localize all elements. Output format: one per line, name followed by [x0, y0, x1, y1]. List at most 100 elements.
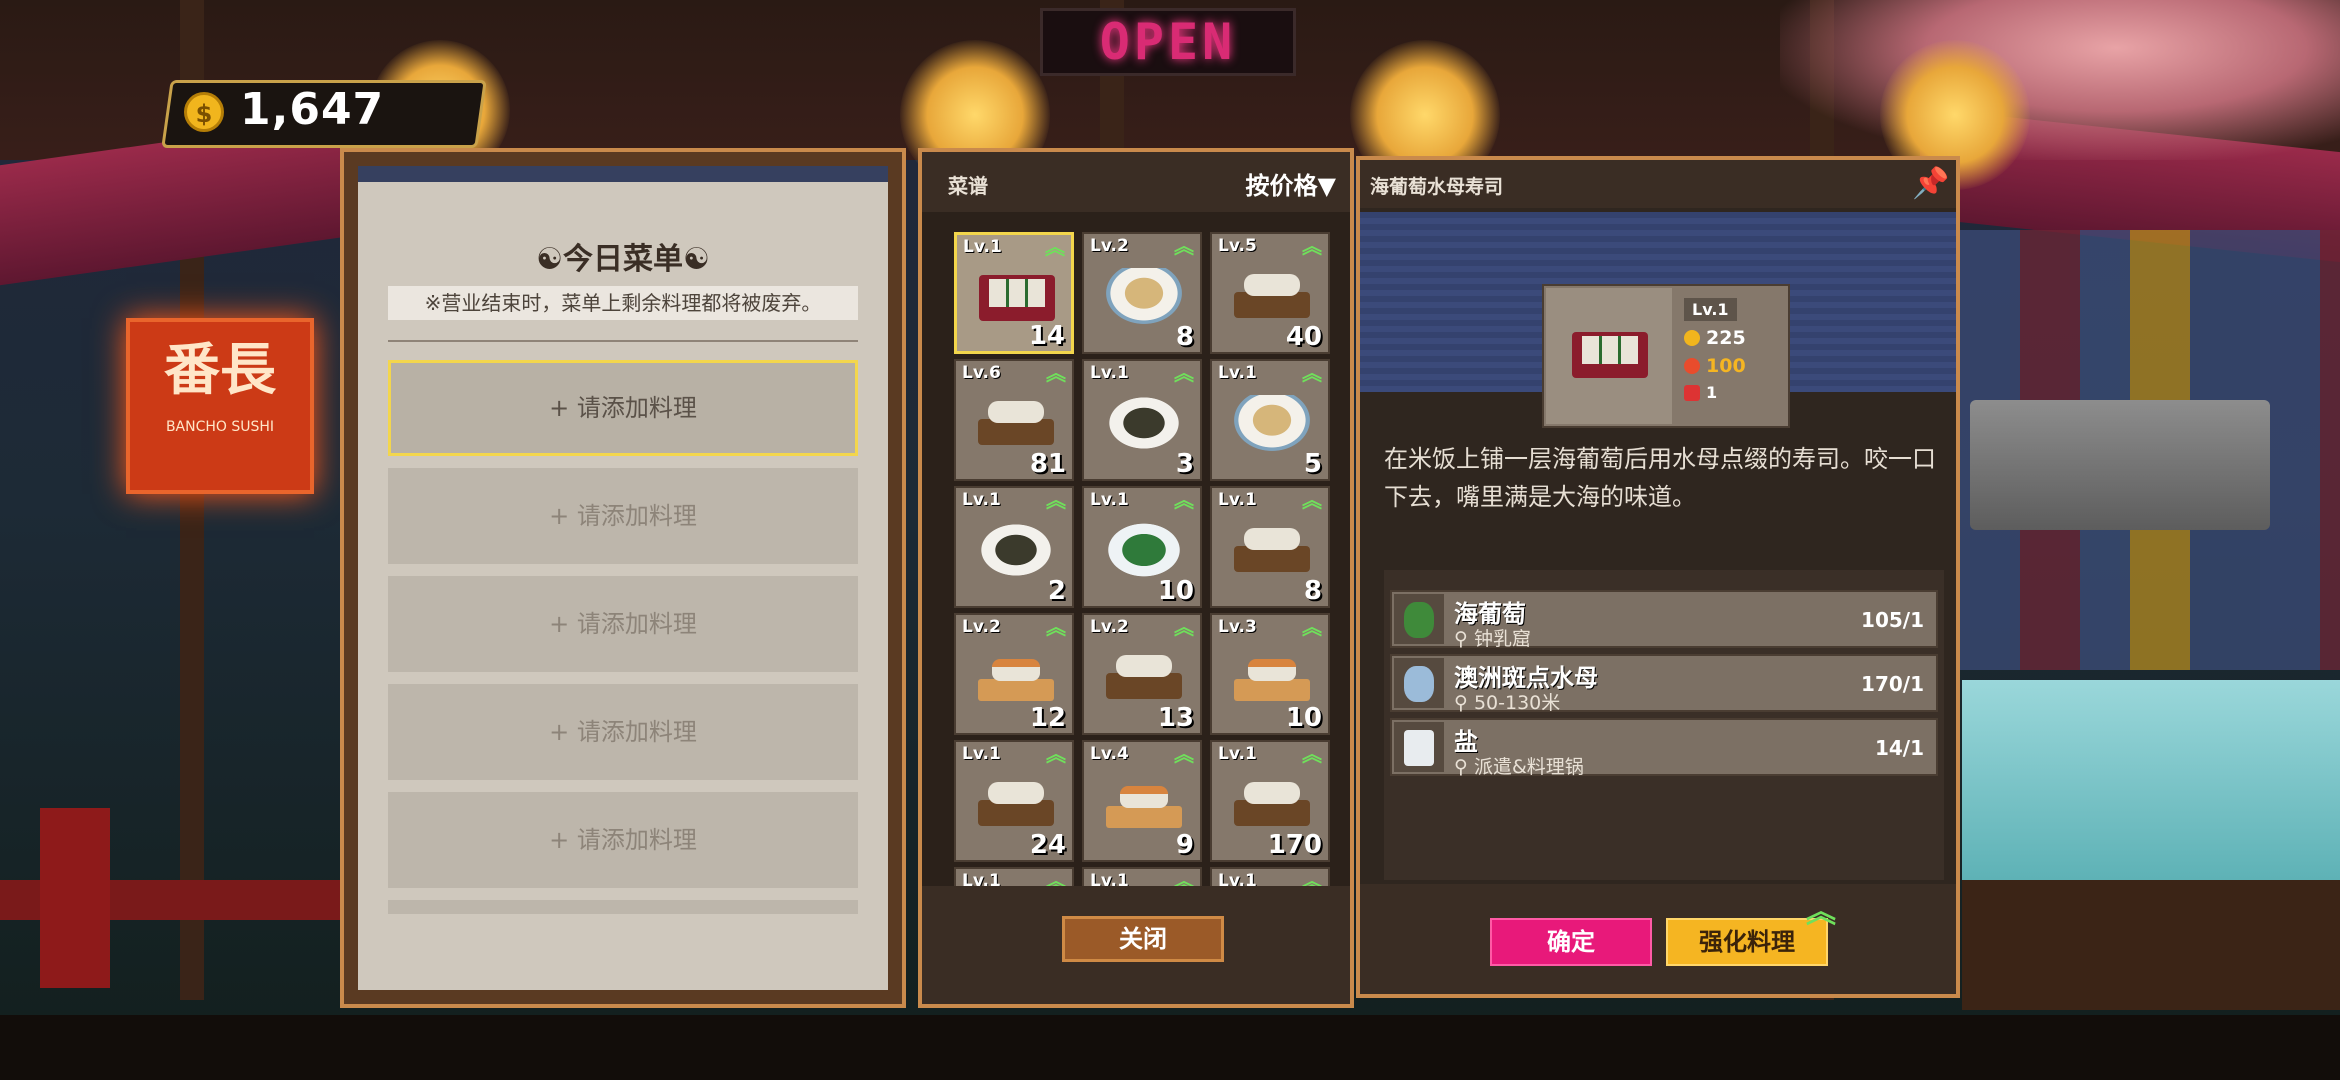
divider — [388, 340, 858, 342]
pin-icon[interactable]: 📌 — [1912, 166, 1949, 201]
servings-value: 1 — [1706, 383, 1718, 402]
recipe-count: 8 — [1303, 576, 1322, 606]
coin-icon — [1684, 330, 1700, 346]
ingredient-row[interactable]: 澳洲斑点水母 ⚲ 50-130米 170/1 — [1390, 654, 1938, 714]
close-button[interactable]: 关闭 — [1062, 916, 1224, 962]
recipe-card[interactable]: Lv.4 ︽ 9 — [1082, 740, 1202, 862]
recipe-count: 81 — [1029, 449, 1066, 479]
dish-icon — [1234, 782, 1310, 826]
recipe-card[interactable]: Lv.5 ︽ 40 — [1210, 232, 1330, 354]
salt-icon — [1394, 722, 1444, 772]
recipe-card[interactable]: Lv.2 ︽ 8 — [1082, 232, 1202, 354]
servings-row: 1 — [1684, 383, 1746, 402]
recipe-count: 10 — [1285, 703, 1322, 733]
recipe-count: 2 — [1047, 576, 1066, 606]
today-menu-panel: ☯今日菜单☯ ※营业结束时，菜单上剩余料理都将被废弃。 + 请添加料理 + 请添… — [340, 148, 906, 1008]
upgrade-arrow-icon: ︽ — [1302, 742, 1322, 766]
menu-slot-add-dish[interactable]: + 请添加料理 — [388, 576, 858, 672]
dish-level: Lv.1 — [1684, 298, 1737, 321]
sort-by-price-button[interactable]: 按价格▼ — [1246, 166, 1336, 201]
open-sign: OPEN — [1040, 8, 1296, 76]
dish-icon — [1234, 659, 1310, 701]
stone-lantern — [40, 808, 110, 988]
price-row: 225 — [1684, 327, 1746, 349]
ingredient-location: ⚲ 50-130米 — [1454, 692, 1561, 714]
recipe-card[interactable]: Lv.3 ︽ 10 — [1210, 613, 1330, 735]
dish-icon — [1234, 395, 1310, 451]
recipe-level: Lv.1 — [962, 490, 1001, 510]
ingredient-row[interactable]: 海葡萄 ⚲ 钟乳窟 105/1 — [1390, 590, 1938, 650]
recipe-count: 40 — [1285, 322, 1322, 352]
dish-icon — [978, 782, 1054, 826]
recipe-level: Lv.1 — [1218, 363, 1257, 383]
menu-paper: ☯今日菜单☯ ※营业结束时，菜单上剩余料理都将被废弃。 + 请添加料理 + 请添… — [358, 166, 888, 990]
recipe-card[interactable]: Lv.6 ︽ 81 — [954, 359, 1074, 481]
price-value: 225 — [1706, 327, 1746, 349]
recipe-count: 3 — [1175, 449, 1194, 479]
upgrade-arrow-icon: ︽ — [1174, 488, 1194, 512]
recipe-count: 5 — [1303, 449, 1322, 479]
recipe-panel: 菜谱 按价格▼ Lv.1 ︽ 14 Lv.2 ︽ 8 Lv.5 ︽ 40 Lv.6 ︽ 81 Lv.1 ︽… — [918, 148, 1354, 1008]
dish-icon — [1106, 786, 1182, 828]
recipe-grid[interactable]: Lv.1 ︽ 14 Lv.2 ︽ 8 Lv.5 ︽ 40 Lv.6 ︽ 81 Lv.1 ︽ 3 Lv.1 ︽ 5 L… — [954, 232, 1342, 892]
recipe-level: Lv.5 — [1218, 236, 1257, 256]
ingredient-count: 170/1 — [1861, 672, 1924, 696]
recipe-card[interactable]: Lv.1 ︽ 10 — [1082, 486, 1202, 608]
upgrade-arrow-icon: ︽ — [1046, 361, 1066, 385]
recipe-card[interactable]: Lv.2 ︽ 13 — [1082, 613, 1202, 735]
jellyfish-icon — [1394, 658, 1444, 708]
floor — [0, 1015, 2340, 1080]
recipe-card[interactable]: Lv.1 ︽ 24 — [954, 740, 1074, 862]
ingredient-row[interactable]: 盐 ⚲ 派遣&料理锅 14/1 — [1390, 718, 1938, 778]
recipe-level: Lv.2 — [962, 617, 1001, 637]
menu-slot-add-dish[interactable]: + 请添加料理 — [388, 684, 858, 780]
dish-description: 在米饭上铺一层海葡萄后用水母点缀的寿司。咬一口下去，嘴里满是大海的味道。 — [1384, 445, 1936, 511]
recipe-card[interactable]: Lv.1 ︽ 8 — [1210, 486, 1330, 608]
recipe-header: 菜谱 按价格▼ — [922, 152, 1350, 212]
chef-window — [1962, 680, 2340, 880]
upgrade-arrow-icon: ︽ — [1046, 615, 1066, 639]
recipe-count: 9 — [1175, 830, 1194, 860]
upgrade-arrow-icon: ︽ — [1302, 615, 1322, 639]
recipe-card[interactable]: Lv.2 ︽ 12 — [954, 613, 1074, 735]
dish-image — [1546, 288, 1672, 424]
dish-icon — [979, 275, 1055, 321]
dish-icon — [1106, 268, 1182, 324]
menu-slot-add-dish[interactable]: + 请添加料理 — [388, 468, 858, 564]
dish-icon — [978, 522, 1054, 578]
recipe-count: 10 — [1157, 576, 1194, 606]
coin-value: 1,647 — [240, 84, 385, 135]
enhance-dish-button[interactable]: 强化料理 — [1666, 918, 1828, 966]
recipe-card[interactable]: Lv.1 ︽ 5 — [1210, 359, 1330, 481]
confirm-button[interactable]: 确定 — [1490, 918, 1652, 966]
recipe-level: Lv.1 — [1218, 490, 1257, 510]
ingredient-location: ⚲ 钟乳窟 — [1454, 628, 1531, 650]
menu-title: ☯今日菜单☯ — [536, 242, 710, 277]
upgrade-arrow-icon: ︽ — [1045, 235, 1065, 259]
menu-slot-add-dish[interactable]: + 请添加料理 — [388, 792, 858, 888]
popularity-row: 100 — [1684, 355, 1746, 377]
recipe-footer: 关闭 — [922, 886, 1350, 1004]
upgrade-arrow-icon: ︽ — [1302, 488, 1322, 512]
recipe-count: 170 — [1267, 830, 1322, 860]
recipe-level: Lv.4 — [1090, 744, 1129, 764]
menu-slot-partial[interactable] — [388, 900, 858, 914]
recipe-card[interactable]: Lv.1 ︽ 3 — [1082, 359, 1202, 481]
menu-slot-add-dish[interactable]: + 请添加料理 — [388, 360, 858, 456]
recipe-card[interactable]: Lv.1 ︽ 170 — [1210, 740, 1330, 862]
upgrade-arrow-icon: ︽ — [1806, 895, 1836, 930]
dish-card: Lv.1 225 100 1 — [1542, 284, 1790, 428]
dish-icon — [1234, 528, 1310, 572]
menu-note: ※营业结束时，菜单上剩余料理都将被废弃。 — [388, 286, 858, 320]
ingredient-count: 105/1 — [1861, 608, 1924, 632]
recipe-level: Lv.6 — [962, 363, 1001, 383]
recipe-level: Lv.3 — [1218, 617, 1257, 637]
sushi-tray-icon — [1572, 332, 1648, 378]
detail-footer: 确定 强化料理 ︽ — [1360, 884, 1956, 994]
recipe-card[interactable]: Lv.1 ︽ 2 — [954, 486, 1074, 608]
dish-banner: Lv.1 225 100 1 — [1360, 212, 1956, 428]
bancho-sign-kanji: 番長 — [164, 337, 276, 403]
upgrade-arrow-icon: ︽ — [1174, 234, 1194, 258]
recipe-count: 12 — [1029, 703, 1066, 733]
recipe-card[interactable]: Lv.1 ︽ 14 — [954, 232, 1074, 354]
